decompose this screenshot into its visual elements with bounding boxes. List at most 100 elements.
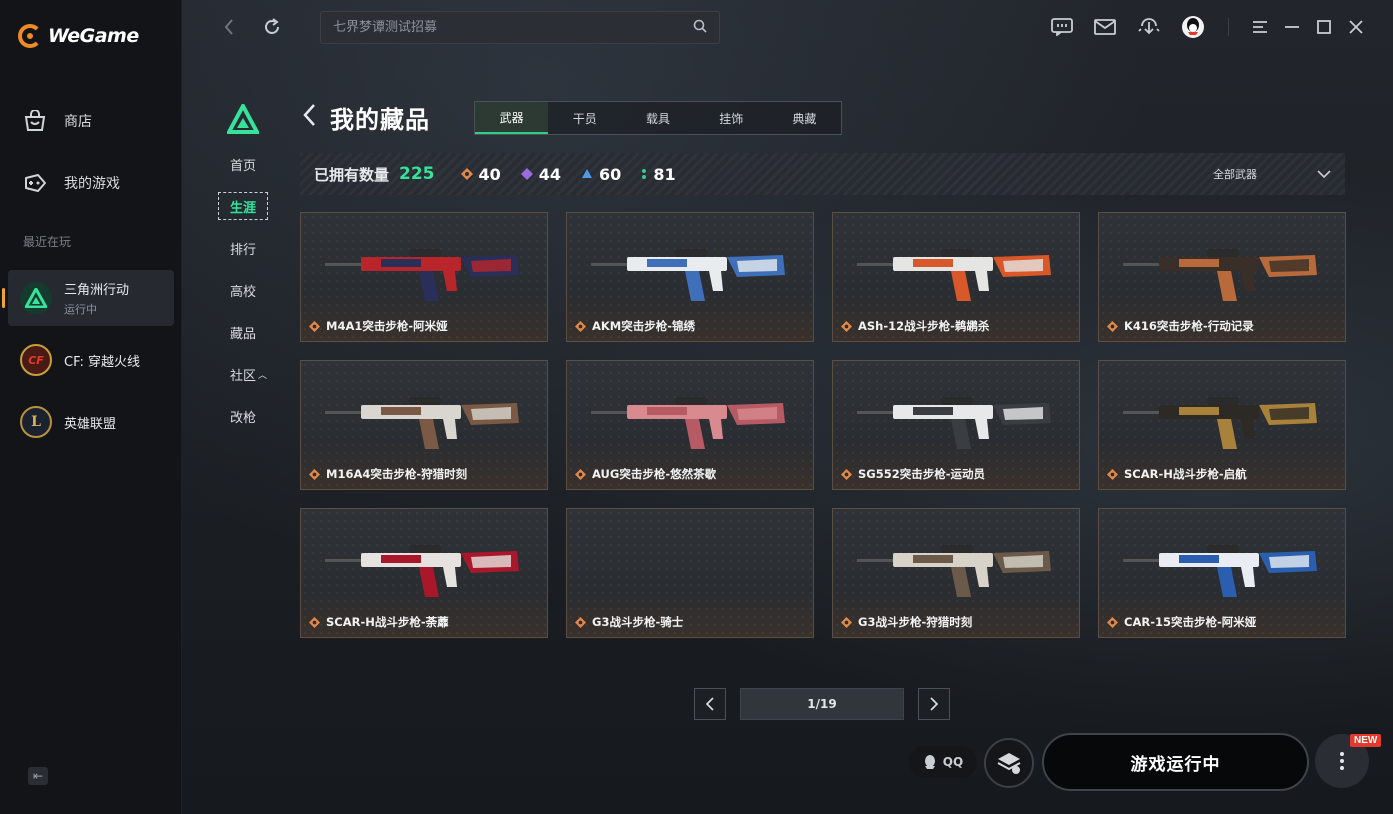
recent-game-lol[interactable]: L 英雄联盟	[8, 394, 174, 450]
new-badge: NEW	[1350, 734, 1382, 747]
weapon-card[interactable]: G3战斗步枪-骑士	[566, 508, 814, 638]
prev-page-button[interactable]	[694, 688, 726, 720]
close-icon[interactable]	[1343, 14, 1369, 40]
game-subnav: 首页 生涯 排行 高校 藏品 社区 ︿ 改枪	[218, 150, 272, 444]
search-bar[interactable]	[320, 11, 720, 44]
store-bag-icon	[22, 109, 48, 133]
subnav-career[interactable]: 生涯	[218, 192, 268, 220]
tab-vehicles[interactable]: 载具	[621, 102, 694, 134]
subnav-community[interactable]: 社区 ︿	[218, 360, 272, 388]
weapon-name-label: G3战斗步枪-狩猎时刻	[858, 615, 973, 629]
mail-icon[interactable]	[1092, 14, 1118, 40]
subnav-university[interactable]: 高校	[218, 276, 272, 304]
chat-icon[interactable]	[1049, 14, 1075, 40]
weapon-name-label: K416突击步枪-行动记录	[1124, 319, 1254, 333]
game-name: 英雄联盟	[64, 416, 117, 432]
wegame-logo[interactable]: WeGame	[18, 24, 139, 48]
weapon-name-label: M4A1突击步枪-阿米娅	[326, 319, 448, 333]
search-input[interactable]	[333, 20, 693, 35]
rarity-count-green: 81	[641, 165, 676, 184]
sidebar-item-label: 我的游戏	[64, 176, 120, 192]
game-name: CF: 穿越火线	[64, 354, 141, 370]
weapon-card[interactable]: CAR-15突击步枪-阿米娅	[1098, 508, 1346, 638]
weapon-card[interactable]: AUG突击步枪-悠然茶歇	[566, 360, 814, 490]
back-nav-icon[interactable]	[216, 14, 242, 40]
weapon-card[interactable]: M16A4突击步枪-狩猎时刻	[300, 360, 548, 490]
main-area: 首页 生涯 排行 高校 藏品 社区 ︿ 改枪 我的藏品 武器 干员 载具 挂饰 …	[182, 0, 1393, 814]
weapon-name: SCAR-H战斗步枪-启航	[1107, 466, 1247, 482]
chevron-up-icon: ︿	[258, 370, 268, 381]
tab-operators[interactable]: 干员	[548, 102, 621, 134]
delta-force-logo-icon[interactable]	[225, 101, 261, 134]
subnav-gunsmith[interactable]: 改枪	[218, 402, 272, 430]
page-title: 我的藏品	[330, 106, 430, 134]
weapon-skin-image	[591, 249, 785, 301]
qq-button[interactable]: QQ	[909, 746, 977, 778]
game-running-button[interactable]: 游戏运行中	[1042, 733, 1309, 791]
weapon-name-label: AKM突击步枪-锦绣	[592, 319, 696, 333]
rarity-orange-icon	[575, 616, 586, 628]
qq-penguin-icon	[924, 755, 935, 769]
weapon-name-label: G3战斗步枪-骑士	[592, 615, 684, 629]
weapon-name: CAR-15突击步枪-阿米娅	[1107, 614, 1256, 630]
weapon-name: AKM突击步枪-锦绣	[575, 318, 695, 334]
tab-charms[interactable]: 挂饰	[695, 102, 768, 134]
weapon-card[interactable]: K416突击步枪-行动记录	[1098, 212, 1346, 342]
weapon-skin-image	[1123, 249, 1317, 301]
weapon-card[interactable]: ASh-12战斗步枪-鹈鹕杀	[832, 212, 1080, 342]
weapon-card[interactable]: SCAR-H战斗步枪-启航	[1098, 360, 1346, 490]
tab-weapons[interactable]: 武器	[475, 102, 549, 134]
rarity-orange-icon	[1107, 320, 1118, 332]
download-icon[interactable]	[1136, 14, 1162, 40]
sidebar-item-label: 商店	[64, 114, 92, 130]
rarity-green-icon	[642, 169, 647, 179]
weapon-card[interactable]: AKM突击步枪-锦绣	[566, 212, 814, 342]
recent-game-delta-force[interactable]: 三角洲行动 运行中	[2, 270, 174, 326]
user-avatar[interactable]	[1180, 14, 1206, 40]
weapon-skin-image	[325, 397, 519, 449]
menu-icon[interactable]	[1247, 14, 1273, 40]
weapon-name: M16A4突击步枪-狩猎时刻	[309, 466, 467, 482]
subnav-ranking[interactable]: 排行	[218, 234, 272, 262]
weapon-name: G3战斗步枪-骑士	[575, 614, 683, 630]
rarity-count-blue: 60	[581, 165, 621, 184]
weapon-name: K416突击步枪-行动记录	[1107, 318, 1254, 334]
sidebar-item-my-games[interactable]: 我的游戏	[22, 171, 120, 195]
weapon-card[interactable]: SG552突击步枪-运动员	[832, 360, 1080, 490]
minimize-icon[interactable]	[1279, 14, 1305, 40]
rarity-orange-icon	[309, 616, 320, 628]
rarity-purple-icon	[520, 168, 533, 180]
weapon-filter-dropdown[interactable]: 全部武器	[1213, 153, 1331, 195]
subnav-collection[interactable]: 藏品	[218, 318, 272, 346]
app-name: WeGame	[48, 25, 139, 47]
delta-force-icon	[20, 282, 52, 314]
layers-icon	[997, 753, 1021, 774]
sidebar-item-store[interactable]: 商店	[22, 109, 92, 133]
tab-vault[interactable]: 典藏	[768, 102, 841, 134]
weapon-name-label: CAR-15突击步枪-阿米娅	[1124, 615, 1257, 629]
rarity-orange-icon	[460, 168, 473, 180]
page-header: 我的藏品	[302, 100, 430, 135]
weapon-card[interactable]: SCAR-H战斗步枪-荼蘼	[300, 508, 548, 638]
overlay-layers-button[interactable]	[984, 738, 1034, 788]
subnav-home[interactable]: 首页	[218, 150, 272, 178]
refresh-icon[interactable]	[259, 14, 285, 40]
search-icon[interactable]	[693, 18, 707, 37]
weapon-skin-image	[1123, 397, 1317, 449]
weapon-name: G3战斗步枪-狩猎时刻	[841, 614, 972, 630]
weapon-name-label: ASh-12战斗步枪-鹈鹕杀	[858, 319, 990, 333]
weapon-card[interactable]: M4A1突击步枪-阿米娅	[300, 212, 548, 342]
rarity-orange-icon	[1107, 468, 1118, 480]
weapon-name-label: SCAR-H战斗步枪-荼蘼	[326, 615, 449, 629]
recent-game-crossfire[interactable]: CF CF: 穿越火线	[8, 332, 174, 388]
gamepad-icon	[22, 171, 48, 195]
back-arrow-icon[interactable]	[302, 103, 320, 133]
weapon-name-label: SCAR-H战斗步枪-启航	[1124, 467, 1247, 481]
next-page-button[interactable]	[918, 688, 950, 720]
maximize-icon[interactable]	[1311, 14, 1337, 40]
rarity-orange-icon	[309, 320, 320, 332]
weapon-card[interactable]: G3战斗步枪-狩猎时刻	[832, 508, 1080, 638]
collapse-sidebar-icon[interactable]: ⇤	[28, 767, 48, 785]
weapon-skin-image	[325, 545, 519, 597]
weapon-skin-image	[857, 249, 1051, 301]
